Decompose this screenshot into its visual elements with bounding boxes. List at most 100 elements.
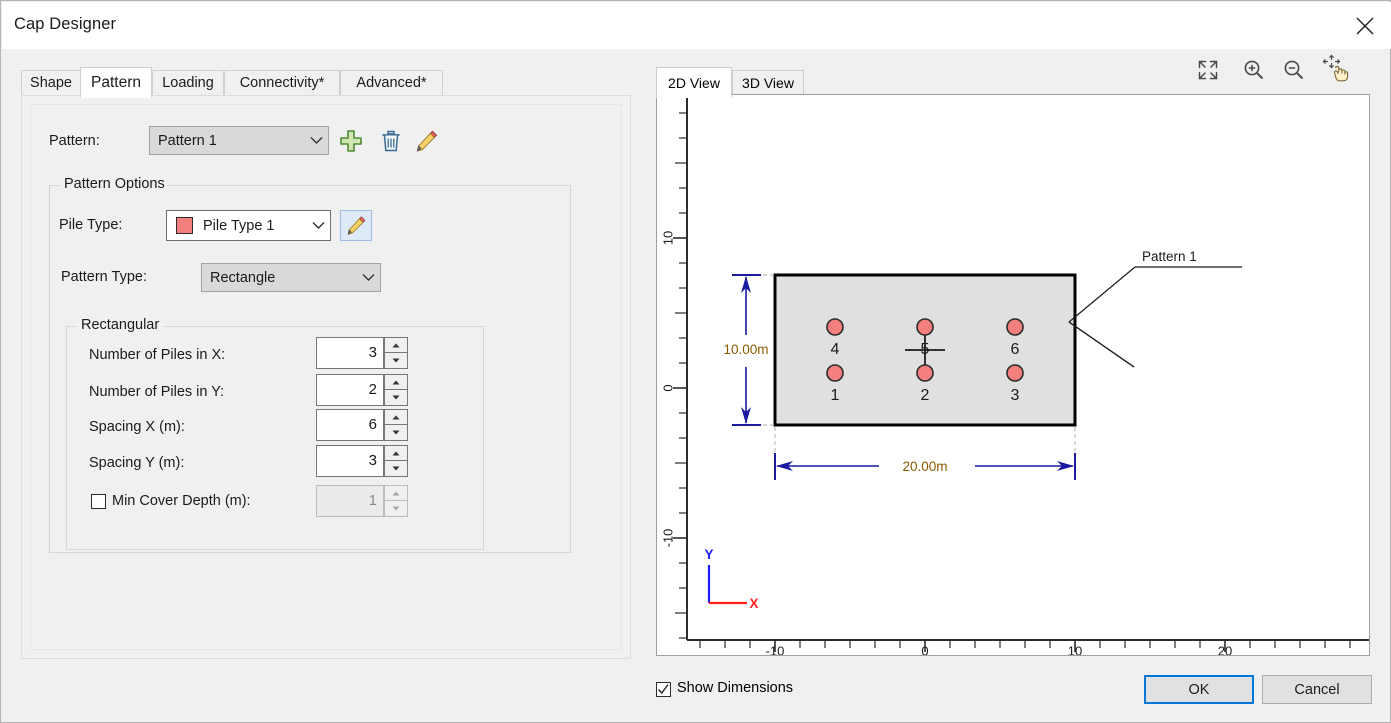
pile-marker — [1006, 318, 1024, 336]
pattern-type-label: Pattern Type: — [61, 269, 147, 285]
pile-label-5: 5 — [921, 341, 930, 358]
pile-label-1: 1 — [831, 387, 840, 404]
spacing-y-stepper[interactable]: 3 — [316, 445, 408, 477]
min-cover-depth-stepper: 1 — [316, 485, 408, 517]
pile-marker — [826, 318, 844, 336]
trash-icon — [382, 130, 400, 152]
pile-marker — [916, 318, 934, 336]
width-dimension-label: 20.00m — [902, 459, 947, 474]
spacing-y-increment[interactable] — [384, 445, 408, 461]
pattern-options-title: Pattern Options — [60, 176, 169, 192]
tab-connectivity-label: Connectivity* — [239, 75, 325, 91]
pattern-label: Pattern: — [49, 133, 100, 149]
spacing-x-label: Spacing X (m): — [89, 419, 185, 435]
tab-2d-view[interactable]: 2D View — [656, 67, 732, 98]
y-tick-label-neg10: -10 — [660, 529, 675, 548]
tab-shape-label: Shape — [30, 75, 72, 91]
tab-advanced-label: Advanced* — [356, 75, 427, 91]
tab-pattern[interactable]: Pattern — [80, 67, 152, 98]
ok-button[interactable]: OK — [1144, 675, 1254, 704]
show-dimensions-checkbox[interactable] — [656, 682, 671, 697]
tab-pattern-label: Pattern — [91, 73, 141, 91]
axis-indicator-x-label: X — [749, 596, 758, 611]
2d-view-canvas[interactable]: 10 0 -10 -10 0 10 20 10.00m 20.00m Patte… — [656, 94, 1370, 656]
min-cover-depth-increment — [384, 485, 408, 501]
min-cover-depth-checkbox[interactable] — [91, 494, 106, 509]
delete-pattern-button[interactable] — [378, 128, 404, 154]
num-piles-x-decrement[interactable] — [384, 353, 408, 369]
tab-2d-view-label: 2D View — [668, 74, 720, 91]
min-cover-depth-label: Min Cover Depth (m): — [112, 493, 251, 509]
pile-type-select[interactable]: Pile Type 1 — [166, 210, 331, 241]
spacing-x-stepper[interactable]: 6 — [316, 409, 408, 441]
axis-indicator-y-label: Y — [704, 547, 713, 562]
close-icon[interactable] — [1339, 2, 1391, 49]
tab-3d-view[interactable]: 3D View — [732, 70, 804, 95]
x-tick-label-20: 20 — [1218, 644, 1232, 655]
chevron-down-icon — [306, 221, 330, 230]
fit-to-view-icon[interactable] — [1191, 53, 1225, 87]
pile-type-color-swatch — [176, 217, 193, 234]
pile-label-4: 4 — [831, 341, 840, 358]
pile-marker — [916, 364, 934, 382]
x-tick-label-neg10: -10 — [766, 644, 785, 655]
plus-icon — [340, 130, 362, 152]
pile-label-3: 3 — [1011, 387, 1020, 404]
zoom-in-icon[interactable] — [1237, 53, 1271, 87]
cancel-button[interactable]: Cancel — [1262, 675, 1372, 704]
edit-pile-type-button[interactable] — [340, 210, 372, 241]
spacing-y-label: Spacing Y (m): — [89, 455, 185, 471]
ok-button-label: OK — [1188, 681, 1210, 698]
y-tick-label-0: 0 — [660, 384, 675, 391]
cap-designer-window: Cap Designer Shape Pattern Loading Conne… — [0, 0, 1391, 723]
checkmark-icon — [658, 684, 669, 695]
chevron-down-icon — [356, 273, 380, 282]
pile-label-6: 6 — [1011, 341, 1020, 358]
pile-marker — [1006, 364, 1024, 382]
tab-3d-view-label: 3D View — [742, 75, 794, 91]
spacing-x-decrement[interactable] — [384, 425, 408, 441]
pan-hand-icon[interactable] — [1319, 51, 1353, 85]
tab-connectivity[interactable]: Connectivity* — [224, 70, 340, 95]
pattern-select[interactable]: Pattern 1 — [149, 126, 329, 155]
num-piles-x-label: Number of Piles in X: — [89, 347, 226, 363]
x-tick-label-0: 0 — [921, 644, 928, 655]
add-pattern-button[interactable] — [338, 128, 364, 154]
height-dimension-label: 10.00m — [723, 342, 768, 357]
x-tick-label-10: 10 — [1068, 644, 1082, 655]
num-piles-y-increment[interactable] — [384, 374, 408, 390]
min-cover-depth-decrement — [384, 501, 408, 517]
tab-advanced[interactable]: Advanced* — [340, 70, 443, 95]
pattern-type-select[interactable]: Rectangle — [201, 263, 381, 292]
num-piles-y-stepper[interactable]: 2 — [316, 374, 408, 406]
num-piles-x-increment[interactable] — [384, 337, 408, 353]
tab-loading-label: Loading — [162, 75, 214, 91]
cancel-button-label: Cancel — [1294, 681, 1340, 698]
num-piles-x-stepper[interactable]: 3 — [316, 337, 408, 369]
pencil-icon — [347, 216, 365, 235]
num-piles-y-label: Number of Piles in Y: — [89, 384, 225, 400]
pattern-type-select-value: Rectangle — [210, 269, 276, 286]
spacing-y-decrement[interactable] — [384, 461, 408, 477]
tab-loading[interactable]: Loading — [152, 70, 224, 95]
rectangular-group-title: Rectangular — [77, 317, 164, 333]
num-piles-y-decrement[interactable] — [384, 390, 408, 406]
num-piles-x-input[interactable]: 3 — [316, 337, 384, 369]
pencil-icon — [416, 130, 438, 152]
pile-type-label: Pile Type: — [59, 217, 123, 233]
pattern-callout-label: Pattern 1 — [1142, 249, 1197, 264]
pile-layout-plot: 10 0 -10 -10 0 10 20 10.00m 20.00m Patte… — [657, 95, 1369, 655]
spacing-x-input[interactable]: 6 — [316, 409, 384, 441]
show-dimensions-label: Show Dimensions — [677, 680, 794, 696]
zoom-out-icon[interactable] — [1277, 53, 1311, 87]
spacing-y-input[interactable]: 3 — [316, 445, 384, 477]
num-piles-y-input[interactable]: 2 — [316, 374, 384, 406]
tab-shape[interactable]: Shape — [21, 70, 81, 95]
pile-type-select-value: Pile Type 1 — [203, 217, 275, 234]
edit-pattern-button[interactable] — [414, 128, 440, 154]
window-title: Cap Designer — [14, 15, 117, 33]
title-bar: Cap Designer — [2, 2, 1391, 49]
pattern-select-value: Pattern 1 — [158, 132, 217, 149]
spacing-x-increment[interactable] — [384, 409, 408, 425]
y-tick-label-10: 10 — [660, 231, 675, 245]
